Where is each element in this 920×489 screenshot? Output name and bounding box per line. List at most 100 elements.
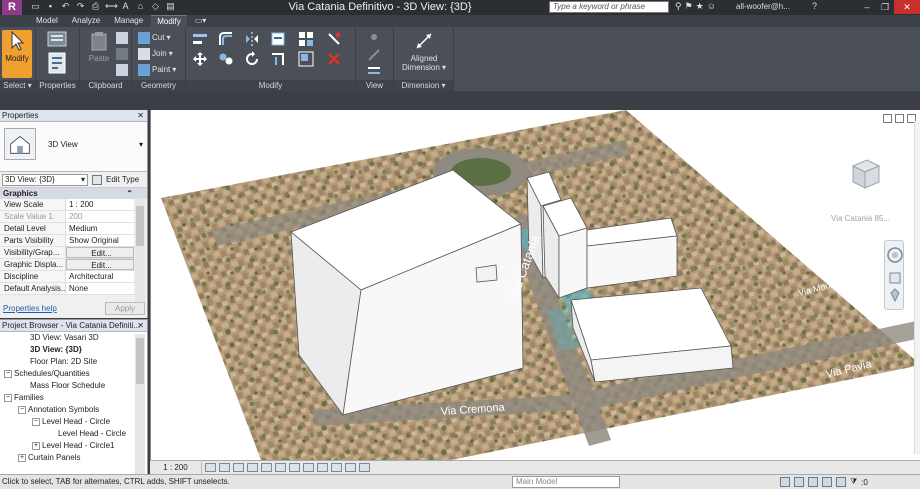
view-scale-input[interactable]: 1 : 200 [66, 199, 134, 210]
browser-item[interactable]: + Curtain Panels [0, 452, 147, 464]
copy-button[interactable] [116, 31, 128, 45]
select-dropdown[interactable]: Select ▾ [0, 80, 35, 91]
properties-icon[interactable] [46, 51, 68, 75]
subscription-icon[interactable]: ⚑ [685, 1, 693, 12]
browser-item[interactable]: − Families [0, 392, 147, 404]
search-input[interactable]: Type a keyword or phrase [549, 1, 669, 13]
open-icon[interactable]: ▭ [30, 1, 41, 12]
close-icon[interactable]: ✕ [137, 320, 144, 332]
visual-style-icon[interactable] [219, 463, 230, 472]
print-icon[interactable]: ⎙ [90, 1, 101, 12]
browser-item[interactable]: Floor Plan: 2D Site [0, 356, 147, 368]
select-underlay-icon[interactable] [794, 477, 804, 487]
ribbon-toggle-icon[interactable]: ▭▾ [189, 15, 213, 27]
reveal-hidden-icon[interactable] [331, 463, 342, 472]
parts-visibility-select[interactable]: Show Original [66, 235, 134, 246]
tab-analyze[interactable]: Analyze [66, 15, 106, 27]
cut-button[interactable]: Cut ▾ [138, 31, 170, 45]
rotate-icon[interactable] [244, 51, 260, 67]
save-icon[interactable]: ▪ [45, 1, 56, 12]
expand-icon[interactable]: + [18, 453, 26, 462]
cut-clipboard-button[interactable] [116, 47, 128, 61]
detail-level-select[interactable]: Medium [66, 223, 134, 234]
hide-in-view-icon[interactable] [366, 31, 382, 47]
lock-view-icon[interactable] [303, 463, 314, 472]
viewport-scrollbar[interactable] [914, 121, 920, 454]
copy-element-icon[interactable] [218, 51, 234, 67]
text-icon[interactable]: A [120, 1, 131, 12]
edit-type-button[interactable]: Edit Type [106, 175, 139, 184]
browser-item[interactable]: Level Head - Circle [0, 428, 147, 440]
undo-icon[interactable]: ↶ [60, 1, 71, 12]
visibility-edit-button[interactable]: Edit... [66, 247, 134, 258]
align-icon[interactable] [192, 31, 208, 47]
tab-modify[interactable]: Modify [151, 15, 187, 27]
expand-icon[interactable]: + [32, 441, 40, 450]
3d-view-icon[interactable]: ⌂ [135, 1, 146, 12]
browser-item[interactable]: − Annotation Symbols [0, 404, 147, 416]
dimension-dropdown[interactable]: Dimension ▾ [394, 80, 453, 91]
collapse-icon[interactable]: − [32, 417, 40, 426]
minimize-icon[interactable]: – [858, 0, 876, 14]
apply-button[interactable]: Apply [105, 301, 145, 315]
override-graphics-icon[interactable] [366, 47, 382, 63]
delete-icon[interactable] [326, 51, 342, 67]
split-element-icon[interactable] [270, 31, 286, 47]
help-button[interactable]: ? [812, 1, 817, 11]
crop-region-icon[interactable] [289, 463, 300, 472]
browser-item[interactable]: − Schedules/Quantities [0, 368, 147, 380]
viewcube-label[interactable]: Via Catania 85... [831, 214, 890, 223]
analytical-model-icon[interactable] [345, 463, 356, 472]
collapse-icon[interactable]: − [4, 369, 12, 378]
browser-item[interactable]: Mass Floor Schedule [0, 380, 147, 392]
measure-icon[interactable]: ⟷ [105, 1, 118, 12]
mirror-axis-icon[interactable] [244, 31, 260, 47]
view-instance-selector[interactable]: 3D View: {3D} ▾ [2, 173, 88, 186]
modify-button[interactable]: Modify [2, 30, 32, 78]
highlight-displacement-icon[interactable] [359, 463, 370, 472]
join-button[interactable]: Join ▾ [138, 47, 173, 61]
select-links-icon[interactable] [780, 477, 790, 487]
graphic-display-edit-button[interactable]: Edit... [66, 259, 134, 270]
browser-item[interactable]: 3D View: Vasari 3D [0, 332, 147, 344]
collapse-icon[interactable]: − [18, 405, 26, 414]
trim-extend-icon[interactable] [270, 51, 286, 67]
array-icon[interactable] [298, 31, 314, 47]
minimize-view-icon[interactable] [883, 114, 892, 123]
browser-item[interactable]: 3D View: {3D} [0, 344, 147, 356]
match-type-button[interactable] [116, 63, 128, 77]
browser-scrollbar[interactable] [135, 334, 145, 478]
temporary-hide-icon[interactable] [317, 463, 328, 472]
discipline-select[interactable]: Architectural [66, 271, 134, 282]
type-selector[interactable]: 3D View ▾ [0, 122, 147, 172]
properties-scrollbar[interactable] [135, 198, 145, 302]
browser-item[interactable]: − Level Head - Circle [0, 416, 147, 428]
crop-view-icon[interactable] [275, 463, 286, 472]
paste-button[interactable]: Paste [84, 30, 114, 64]
tab-manage[interactable]: Manage [108, 15, 149, 27]
close-icon[interactable]: ✕ [894, 0, 920, 14]
graphics-group-header[interactable]: Graphics ⌃ [0, 188, 147, 199]
paint-button[interactable]: Paint ▾ [138, 63, 176, 77]
properties-help-link[interactable]: Properties help [3, 304, 57, 313]
viewcube[interactable] [845, 154, 885, 194]
linework-icon[interactable] [366, 63, 382, 79]
steering-wheel-icon[interactable] [885, 241, 905, 311]
application-menu-button[interactable]: R [2, 0, 22, 15]
drag-elements-icon[interactable] [836, 477, 846, 487]
filter-icon[interactable]: ⧩ [850, 477, 857, 487]
move-icon[interactable] [192, 51, 208, 67]
select-by-face-icon[interactable] [822, 477, 832, 487]
restore-icon[interactable]: ❐ [876, 0, 894, 14]
close-hidden-icon[interactable]: ▤ [165, 1, 176, 12]
restore-view-icon[interactable] [895, 114, 904, 123]
scale-icon[interactable] [298, 51, 314, 67]
view-scale-control[interactable]: 1 : 200 [150, 461, 202, 474]
select-pinned-icon[interactable] [808, 477, 818, 487]
sun-path-icon[interactable] [233, 463, 244, 472]
render-icon[interactable] [261, 463, 272, 472]
tab-model[interactable]: Model [30, 15, 64, 27]
browser-item[interactable]: + Level Head - Circle1 [0, 440, 147, 452]
3d-viewport[interactable]: Via Catania Via Cremona Via Cuneo Via Pa… [150, 110, 920, 460]
default-analysis-select[interactable]: None [66, 283, 134, 294]
